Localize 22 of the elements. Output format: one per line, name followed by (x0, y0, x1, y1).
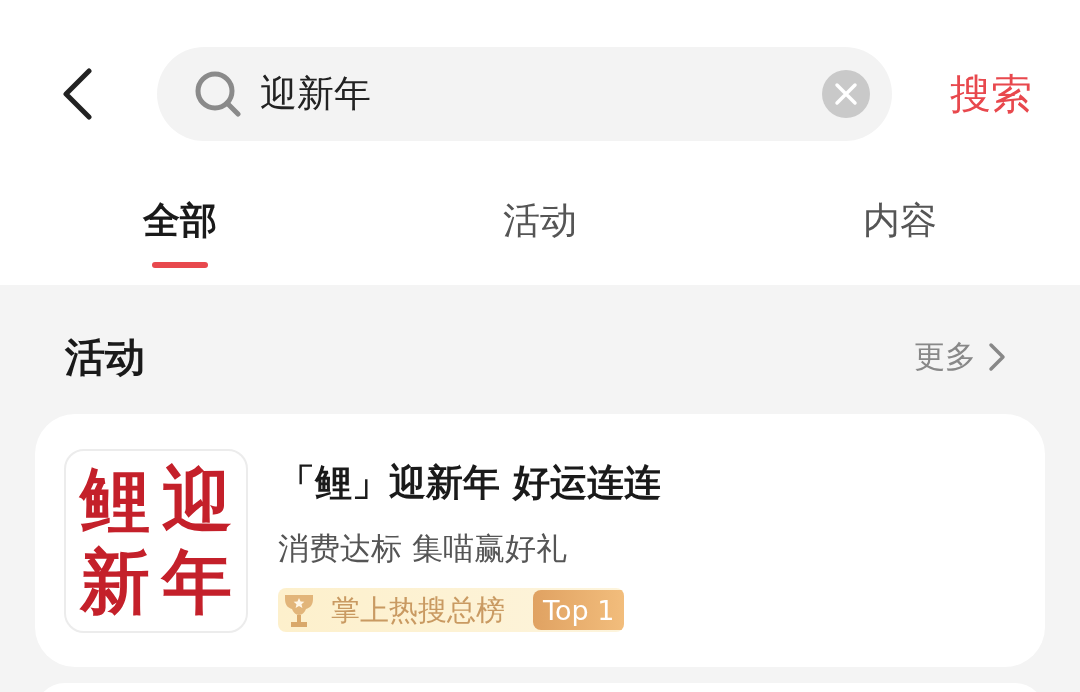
result-subtitle: 消费达标 集喵赢好礼 (278, 529, 567, 568)
result-card[interactable]: 鲤 迎 新 年 「鲤」迎新年 好运连连 消费达标 集喵赢好礼 掌上热搜总榜 Top 1 (35, 414, 1045, 667)
search-field[interactable]: 迎新年 (260, 69, 822, 119)
result-title: 「鲤」迎新年 好运连连 (278, 460, 661, 506)
chevron-right-icon (988, 342, 1006, 372)
search-icon (195, 71, 241, 117)
search-bar[interactable]: 迎新年 (157, 47, 892, 141)
back-icon (62, 68, 92, 120)
clear-icon (822, 70, 870, 118)
ranking-label: 掌上热搜总榜 (331, 592, 505, 629)
thumbnail-character: 鲤 (80, 465, 150, 535)
tab-indicator (152, 262, 208, 268)
thumbnail-character: 迎 (162, 465, 232, 535)
thumbnail-character: 年 (162, 547, 232, 617)
rank-badge: Top 1 (533, 590, 625, 630)
search-button[interactable]: 搜索 (950, 69, 1032, 119)
tab[interactable]: 内容 (863, 199, 937, 243)
tab[interactable]: 活动 (503, 199, 577, 243)
thumbnail-character: 新 (80, 547, 150, 617)
tab[interactable]: 全部 (143, 199, 217, 243)
clear-button[interactable] (822, 70, 870, 118)
section-title: 活动 (65, 335, 145, 379)
